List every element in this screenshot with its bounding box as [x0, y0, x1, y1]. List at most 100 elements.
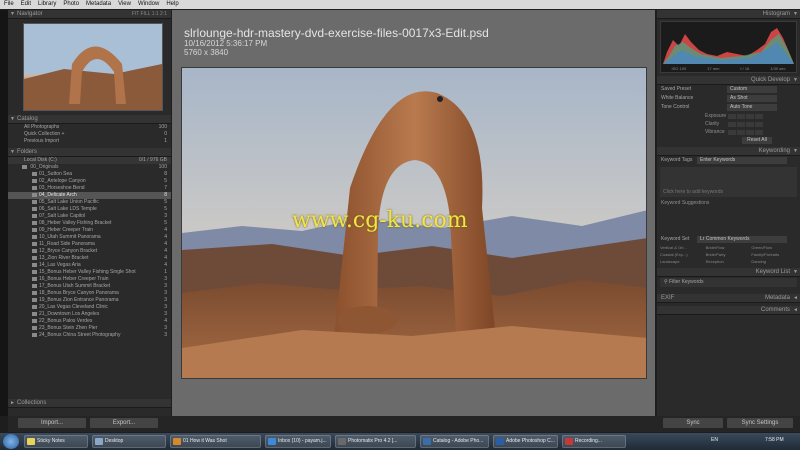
folder-row[interactable]: 14_Las Vegas Aria 4	[8, 262, 171, 269]
taskbar-button[interactable]: Recording...	[562, 435, 626, 448]
import-button[interactable]: Import...	[18, 418, 86, 428]
photo-preview[interactable]: www.cg-ku.com	[181, 67, 647, 379]
menu-item-file[interactable]: File	[4, 0, 14, 9]
histogram-header[interactable]: Histogram ▼	[657, 10, 800, 19]
keyword-set-item[interactable]: Vertical & Ori...	[660, 245, 706, 250]
windows-start-icon[interactable]	[3, 434, 19, 449]
white-balance-select[interactable]: As Shot	[727, 95, 777, 102]
metadata-header[interactable]: EXIF Metadata ◄	[657, 294, 800, 303]
folder-row[interactable]: 05_Salt Lake Union Pacific 5	[8, 199, 171, 206]
catalog-item[interactable]: All Photographs 100	[8, 124, 171, 131]
folder-row[interactable]: 10_Utah Summit Panorama 4	[8, 234, 171, 241]
decrease-button[interactable]	[737, 114, 745, 120]
folder-row[interactable]: 21_Downtown Los Angeles 3	[8, 311, 171, 318]
decrease-large-button[interactable]	[728, 130, 736, 136]
folder-row[interactable]: 06_Salt Lake LDS Temple 5	[8, 206, 171, 213]
folder-row[interactable]: 16_Bonus Heber Creeper Train 3	[8, 276, 171, 283]
increase-large-button[interactable]	[755, 122, 763, 128]
keyword-entry-box[interactable]: Click here to add keywords	[660, 167, 797, 197]
keyword-set-item[interactable]: Family/Portraits	[751, 252, 797, 257]
histogram-graph[interactable]: ISO 100 17 mm f / 16 1/30 sec	[660, 21, 797, 73]
increase-large-button[interactable]	[755, 114, 763, 120]
menu-item-window[interactable]: Window	[138, 0, 159, 9]
export-button[interactable]: Export...	[90, 418, 158, 428]
folder-row[interactable]: 11_Road Side Panorama 4	[8, 241, 171, 248]
increase-button[interactable]	[746, 114, 754, 120]
folder-row[interactable]: 15_Bonus Heber Valley Fishing Single Sho…	[8, 269, 171, 276]
keyword-set-item[interactable]: Bride/Flow	[706, 245, 752, 250]
drive-row[interactable]: Local Disk (C:) 0/1 / 976 GB	[8, 157, 171, 164]
filter-keywords-row[interactable]: ⚲ Filter Keywords	[660, 278, 797, 287]
language-indicator[interactable]: EN	[711, 437, 718, 443]
taskbar-button[interactable]: Desktop	[92, 435, 166, 448]
taskbar-button[interactable]: Inbox (10) - payam.j...	[265, 435, 331, 448]
folder-row[interactable]: 13_Zion River Bracket 4	[8, 255, 171, 262]
folder-row[interactable]: 03_Horseshoe Bend 7	[8, 185, 171, 192]
folder-row[interactable]: 24_Bonus China Street Photography 3	[8, 332, 171, 339]
catalog-item[interactable]: Quick Collection + 0	[8, 131, 171, 138]
navigator-thumbnail[interactable]	[23, 23, 163, 111]
quick-develop-header[interactable]: Quick Develop ▼	[657, 76, 800, 85]
catalog-item[interactable]: Previous Import 1	[8, 138, 171, 145]
folder-row[interactable]: 18_Bonus Bryce Canyon Panorama 3	[8, 290, 171, 297]
keyword-set-item[interactable]: Bride/Party	[706, 252, 752, 257]
keywording-header[interactable]: Keywording ▼	[657, 147, 800, 156]
keyword-set-item[interactable]: Landscape	[660, 259, 706, 264]
folder-row[interactable]: 08_Heber Valley Fishing Bracket 5	[8, 220, 171, 227]
increase-button[interactable]	[746, 130, 754, 136]
taskbar-button[interactable]: 01 How it Was Shot	[170, 435, 261, 448]
keyword-set-item[interactable]: Reception	[706, 259, 752, 264]
folder-row[interactable]: 07_Salt Lake Capitol 3	[8, 213, 171, 220]
keyword-set-item[interactable]: Coastal (Exp...)	[660, 252, 706, 257]
navigator-zoom-options[interactable]: FIT FILL 1:1 2:1	[132, 10, 167, 19]
taskbar-button[interactable]: Catalog - Adobe Pho...	[420, 435, 489, 448]
folder-row[interactable]: 04_Delicate Arch 8	[8, 192, 171, 199]
folder-row[interactable]: 19_Bonus Zion Entrance Panorama 3	[8, 297, 171, 304]
menu-item-library[interactable]: Library	[38, 0, 56, 9]
menu-item-help[interactable]: Help	[166, 0, 178, 9]
folder-row[interactable]: 23_Bonus Stein Zhen Pier 3	[8, 325, 171, 332]
clock[interactable]: 7:58 PM	[765, 437, 784, 443]
keyword-tags-select[interactable]: Enter Keywords	[697, 157, 787, 164]
folder-row[interactable]: 01_Sutton Sea 8	[8, 171, 171, 178]
folder-label: 02_Antelope Canyon	[39, 178, 86, 184]
collections-header[interactable]: ► Collections	[8, 399, 171, 408]
keyword-set-item[interactable]: Dancing	[751, 259, 797, 264]
reset-all-button[interactable]: Reset All	[742, 137, 772, 144]
folders-header[interactable]: ▼ Folders	[8, 148, 171, 157]
auto-tone-button[interactable]: Auto Tone	[727, 104, 777, 111]
filter-keywords-input[interactable]: Filter Keywords	[669, 279, 703, 285]
taskbar-button[interactable]: Photomatix Pro 4.2 [...	[335, 435, 416, 448]
decrease-large-button[interactable]	[728, 114, 736, 120]
folder-row[interactable]: 02_Antelope Canyon 5	[8, 178, 171, 185]
sync-button[interactable]: Sync	[663, 418, 723, 428]
menu-item-metadata[interactable]: Metadata	[86, 0, 111, 9]
increase-button[interactable]	[746, 122, 754, 128]
keyword-list-header[interactable]: Keyword List ▼	[657, 268, 800, 277]
saved-preset-select[interactable]: Custom	[727, 86, 777, 93]
root-folder-row[interactable]: 00_Originals 100	[8, 164, 171, 171]
folder-label: 24_Bonus China Street Photography	[39, 332, 121, 338]
taskbar-button[interactable]: Sticky Notes	[24, 435, 88, 448]
metadata-preset-select[interactable]: EXIF	[661, 294, 674, 303]
folder-row[interactable]: 12_Bryce Canyon Bracket 4	[8, 248, 171, 255]
folder-row[interactable]: 22_Bonus Palos Verdes 4	[8, 318, 171, 325]
decrease-button[interactable]	[737, 130, 745, 136]
menu-item-view[interactable]: View	[118, 0, 131, 9]
increase-large-button[interactable]	[755, 130, 763, 136]
decrease-button[interactable]	[737, 122, 745, 128]
keyword-set-select[interactable]: Lr Common Keywords	[697, 236, 787, 243]
catalog-header[interactable]: ▼ Catalog	[8, 115, 171, 124]
taskbar-button-label: Sticky Notes	[37, 438, 65, 444]
sync-settings-button[interactable]: Sync Settings	[727, 418, 793, 428]
comments-header[interactable]: Comments ◄	[657, 306, 800, 315]
menu-item-photo[interactable]: Photo	[63, 0, 79, 9]
menu-item-edit[interactable]: Edit	[21, 0, 31, 9]
folder-row[interactable]: 09_Heber Creeper Train 4	[8, 227, 171, 234]
keyword-set-item[interactable]: Green/Flow	[751, 245, 797, 250]
folder-row[interactable]: 17_Bonus Utah Summit Bracket 3	[8, 283, 171, 290]
navigator-header[interactable]: ▼ Navigator FIT FILL 1:1 2:1	[8, 10, 171, 19]
taskbar-button[interactable]: Adobe Photoshop C...	[493, 435, 558, 448]
decrease-large-button[interactable]	[728, 122, 736, 128]
folder-row[interactable]: 20_Las Vegas Cleveland Clinic 3	[8, 304, 171, 311]
